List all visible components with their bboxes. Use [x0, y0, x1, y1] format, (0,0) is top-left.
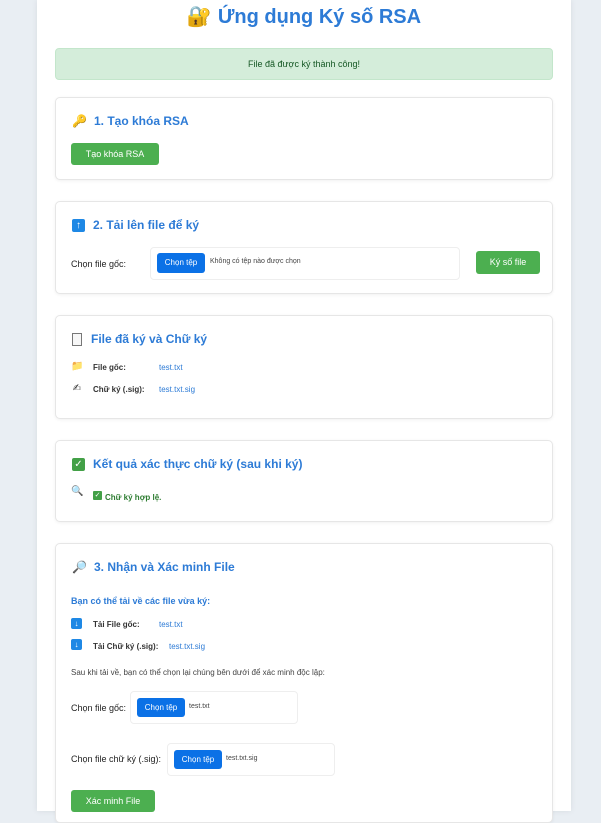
download-original-link[interactable]: test.txt [159, 620, 183, 629]
verify-file-button[interactable]: Xác minh File [71, 790, 155, 812]
verify-original-label: Chọn file gốc: [71, 703, 127, 713]
signed-original-link[interactable]: test.txt [159, 363, 183, 372]
keygen-heading: 🔑 1. Tạo khóa RSA [72, 114, 189, 128]
generate-keys-button[interactable]: Tạo khóa RSA [71, 143, 159, 165]
verify-original-filename: test.txt [189, 703, 210, 710]
signed-signature-link[interactable]: test.txt.sig [159, 385, 195, 394]
lock-key-icon: 🔐 [186, 6, 212, 28]
document-icon [72, 332, 82, 346]
download-signature-link[interactable]: test.txt.sig [169, 642, 205, 651]
small-check-icon: ✓ [93, 491, 102, 501]
signed-heading-text: File đã ký và Chữ ký [91, 332, 208, 346]
receive-verify-card: 🔎 3. Nhận và Xác minh File Bạn có thể tả… [55, 543, 553, 823]
download-signature-label: Tải Chữ ký (.sig): [93, 642, 159, 651]
magnifier-icon: 🔍 [71, 486, 84, 497]
upload-heading-text: 2. Tải lên file để ký [93, 218, 200, 232]
keygen-card: 🔑 1. Tạo khóa RSA Tạo khóa RSA [55, 97, 553, 180]
signed-files-card: File đã ký và Chữ ký 📁 File gốc: test.tx… [55, 315, 553, 419]
verify-signature-input[interactable]: Chọn tệp test.txt.sig [167, 743, 335, 776]
download-original-label: Tải File gốc: [93, 620, 140, 629]
sign-file-button[interactable]: Ký số file [476, 251, 540, 274]
download-subheading: Bạn có thể tải về các file vừa ký: [71, 596, 211, 606]
page-title: 🔐 Ứng dụng Ký số RSA [37, 4, 571, 29]
no-file-text: Không có tệp nào được chọn [210, 258, 301, 265]
page-title-text: Ứng dụng Ký số RSA [217, 6, 422, 28]
receive-heading-text: 3. Nhận và Xác minh File [94, 560, 235, 574]
keygen-heading-text: 1. Tạo khóa RSA [94, 114, 189, 128]
key-icon: 🔑 [72, 114, 87, 128]
verify-signature-label: Chọn file chữ ký (.sig): [71, 754, 162, 764]
upload-heading: ↑ 2. Tải lên file để ký [72, 218, 199, 232]
success-alert: File đã được ký thành công! [55, 48, 553, 80]
pen-icon: ✍ [72, 383, 82, 394]
upload-card: ↑ 2. Tải lên file để ký Chọn file gốc: C… [55, 201, 553, 294]
download-arrow-icon: ↓ [71, 618, 82, 629]
download-arrow-icon: ↓ [71, 639, 82, 650]
valid-signature-text: Chữ ký hợp lệ. [105, 493, 162, 502]
signed-heading: File đã ký và Chữ ký [72, 332, 207, 346]
verify-original-choose-button[interactable]: Chọn tệp [137, 698, 185, 717]
verify-instruction: Sau khi tải về, bạn có thể chọn lại chún… [71, 668, 325, 677]
valid-signature-message: ✓ Chữ ký hợp lệ. [93, 487, 161, 505]
main-container: 🔐 Ứng dụng Ký số RSA File đã được ký thàn… [37, 0, 571, 823]
verify-result-heading: ✓ Kết quả xác thực chữ ký (sau khi ký) [72, 457, 302, 471]
original-file-input[interactable]: Chọn tệp Không có tệp nào được chọn [150, 247, 460, 280]
original-file-label: Chọn file gốc: [71, 259, 127, 269]
signed-signature-label: Chữ ký (.sig): [93, 385, 145, 394]
upload-arrow-icon: ↑ [72, 218, 85, 232]
choose-file-button[interactable]: Chọn tệp [157, 253, 205, 273]
check-mark-icon: ✓ [72, 457, 85, 471]
verify-signature-filename: test.txt.sig [226, 755, 258, 762]
receive-heading: 🔎 3. Nhận và Xác minh File [72, 560, 235, 574]
signed-original-label: File gốc: [93, 363, 126, 372]
folder-icon: 📁 [71, 361, 84, 372]
verify-result-card: ✓ Kết quả xác thực chữ ký (sau khi ký) 🔍… [55, 440, 553, 522]
verify-original-input[interactable]: Chọn tệp test.txt [130, 691, 298, 724]
magnifier-icon: 🔎 [72, 560, 87, 574]
verify-result-heading-text: Kết quả xác thực chữ ký (sau khi ký) [93, 457, 303, 471]
verify-signature-choose-button[interactable]: Chọn tệp [174, 750, 222, 769]
